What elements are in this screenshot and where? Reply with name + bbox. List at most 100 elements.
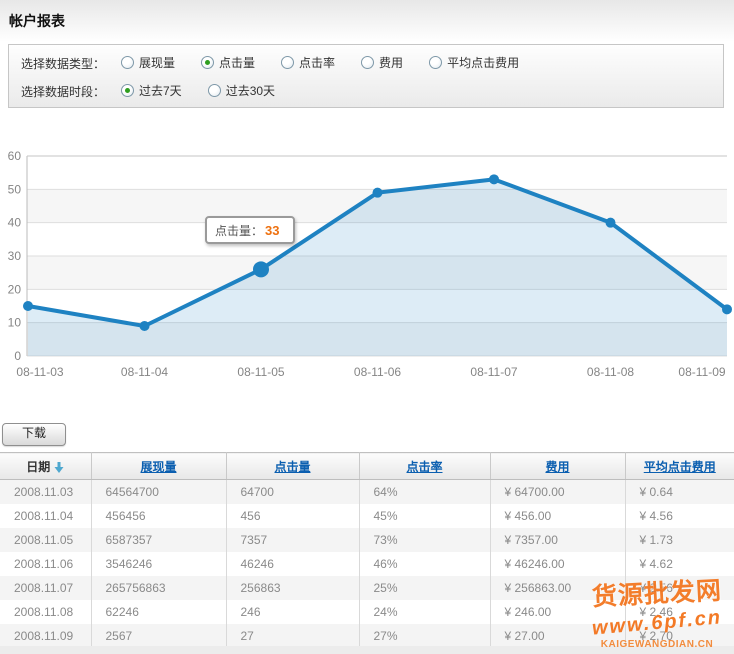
data-type-option-0[interactable]: 展现量: [121, 54, 175, 71]
x-axis-tick-label: 08-11-06: [354, 365, 401, 379]
radio-unchecked-icon[interactable]: [361, 56, 374, 69]
x-axis-tick-label: 08-11-08: [587, 365, 634, 379]
table-header-row: 日期 展现量 点击量 点击率 费用 平均点击费用: [0, 453, 734, 480]
data-period-option-label: 过去7天: [139, 82, 182, 99]
value-cell: 246: [226, 600, 359, 624]
x-axis-tick-label: 08-11-07: [470, 365, 517, 379]
x-axis-tick-label: 08-11-09: [678, 365, 725, 379]
radio-checked-icon[interactable]: [121, 84, 134, 97]
value-cell: ¥ 7357.00: [490, 528, 625, 552]
y-axis-tick-label: 40: [8, 216, 22, 230]
chart-band: [27, 156, 727, 189]
data-type-filter-row: 选择数据类型： 展现量 点击量 点击率 费用 平均点击费用: [21, 53, 717, 73]
clicks-trend-chart: 60 50 40 30 20 10 0 08-11-03 08-11-04 08-11-05 08-…: [0, 140, 734, 392]
value-cell: 64564700: [91, 480, 226, 505]
value-cell: 6587357: [91, 528, 226, 552]
value-cell: ¥ 2.56: [625, 576, 734, 600]
column-header-5[interactable]: 平均点击费用: [625, 453, 734, 480]
value-cell: 3546246: [91, 552, 226, 576]
data-type-option-label: 展现量: [139, 54, 175, 71]
value-cell: ¥ 46246.00: [490, 552, 625, 576]
date-cell: 2008.11.07: [0, 576, 91, 600]
column-header-label: 日期: [26, 460, 50, 474]
value-cell: 46%: [359, 552, 490, 576]
date-cell: 2008.11.05: [0, 528, 91, 552]
filter-panel: 选择数据类型： 展现量 点击量 点击率 费用 平均点击费用 选择数据时段： 过去7天 过去…: [8, 44, 724, 108]
date-cell: 2008.11.08: [0, 600, 91, 624]
date-cell: 2008.11.04: [0, 504, 91, 528]
value-cell: 456: [226, 504, 359, 528]
value-cell: ¥ 1.73: [625, 528, 734, 552]
chart-point: [373, 188, 383, 198]
value-cell: ¥ 256863.00: [490, 576, 625, 600]
value-cell: 265756863: [91, 576, 226, 600]
y-axis-tick-label: 60: [8, 149, 22, 163]
value-cell: 64%: [359, 480, 490, 505]
radio-unchecked-icon[interactable]: [281, 56, 294, 69]
data-type-options: 展现量 点击量 点击率 费用 平均点击费用: [121, 54, 545, 72]
value-cell: 456456: [91, 504, 226, 528]
value-cell: ¥ 4.56: [625, 504, 734, 528]
radio-unchecked-icon[interactable]: [121, 56, 134, 69]
value-cell: ¥ 0.64: [625, 480, 734, 505]
sort-descending-arrow-icon[interactable]: [54, 462, 64, 473]
column-header-label[interactable]: 展现量: [140, 460, 176, 474]
column-header-label[interactable]: 点击率: [406, 460, 442, 474]
table-row: 2008.11.0445645645645%¥ 456.00¥ 4.56: [0, 504, 734, 528]
y-axis-tick-label: 50: [8, 182, 22, 196]
chart-point: [140, 321, 150, 331]
y-axis-tick-label: 20: [8, 282, 22, 296]
chart-tooltip-label: 点击量：: [215, 222, 263, 239]
x-axis-tick-label: 08-11-03: [16, 365, 63, 379]
data-type-option-1[interactable]: 点击量: [201, 54, 255, 71]
table-row: 2008.11.056587357735773%¥ 7357.00¥ 1.73: [0, 528, 734, 552]
y-axis-tick-label: 0: [14, 349, 21, 363]
data-period-label: 选择数据时段：: [21, 83, 121, 100]
date-cell: 2008.11.03: [0, 480, 91, 505]
data-type-option-label: 点击量: [219, 54, 255, 71]
data-type-option-4[interactable]: 平均点击费用: [429, 54, 519, 71]
column-header-label[interactable]: 点击量: [274, 460, 310, 474]
x-axis-tick-label: 08-11-04: [121, 365, 168, 379]
data-type-option-label: 费用: [379, 54, 403, 71]
y-axis-tick-label: 10: [8, 316, 22, 330]
data-type-option-2[interactable]: 点击率: [281, 54, 335, 71]
column-header-3[interactable]: 点击率: [359, 453, 490, 480]
page-title: 帐户报表: [9, 11, 65, 31]
radio-unchecked-icon[interactable]: [208, 84, 221, 97]
column-header-1[interactable]: 展现量: [91, 453, 226, 480]
column-header-4[interactable]: 费用: [490, 453, 625, 480]
page-header: 帐户报表: [0, 0, 734, 42]
table-row: 2008.11.03645647006470064%¥ 64700.00¥ 0.…: [0, 480, 734, 505]
value-cell: ¥ 246.00: [490, 600, 625, 624]
x-axis-tick-label: 08-11-05: [237, 365, 284, 379]
data-period-option-0[interactable]: 过去7天: [121, 82, 182, 99]
value-cell: 45%: [359, 504, 490, 528]
value-cell: ¥ 4.62: [625, 552, 734, 576]
column-header-label[interactable]: 平均点击费用: [644, 460, 716, 474]
value-cell: 73%: [359, 528, 490, 552]
date-cell: 2008.11.06: [0, 552, 91, 576]
value-cell: 46246: [226, 552, 359, 576]
column-header-2[interactable]: 点击量: [226, 453, 359, 480]
chart-point: [722, 304, 732, 314]
bottom-strip: [0, 646, 734, 654]
chart-point: [489, 174, 499, 184]
chart-canvas: 60 50 40 30 20 10 0 08-11-03 08-11-04 08-11-05 08-…: [0, 140, 734, 392]
data-type-option-label: 平均点击费用: [447, 54, 519, 71]
data-type-option-3[interactable]: 费用: [361, 54, 403, 71]
value-cell: 256863: [226, 576, 359, 600]
data-period-option-1[interactable]: 过去30天: [208, 82, 275, 99]
download-button[interactable]: 下载: [2, 423, 66, 446]
y-axis-tick-label: 30: [8, 249, 22, 263]
data-period-filter-row: 选择数据时段： 过去7天 过去30天: [21, 81, 717, 101]
radio-unchecked-icon[interactable]: [429, 56, 442, 69]
column-header-0: 日期: [0, 453, 91, 480]
value-cell: 24%: [359, 600, 490, 624]
data-type-label: 选择数据类型：: [21, 55, 121, 72]
value-cell: ¥ 2.46: [625, 600, 734, 624]
radio-checked-icon[interactable]: [201, 56, 214, 69]
value-cell: 64700: [226, 480, 359, 505]
column-header-label[interactable]: 费用: [545, 460, 569, 474]
chart-point-highlighted: [253, 261, 269, 277]
